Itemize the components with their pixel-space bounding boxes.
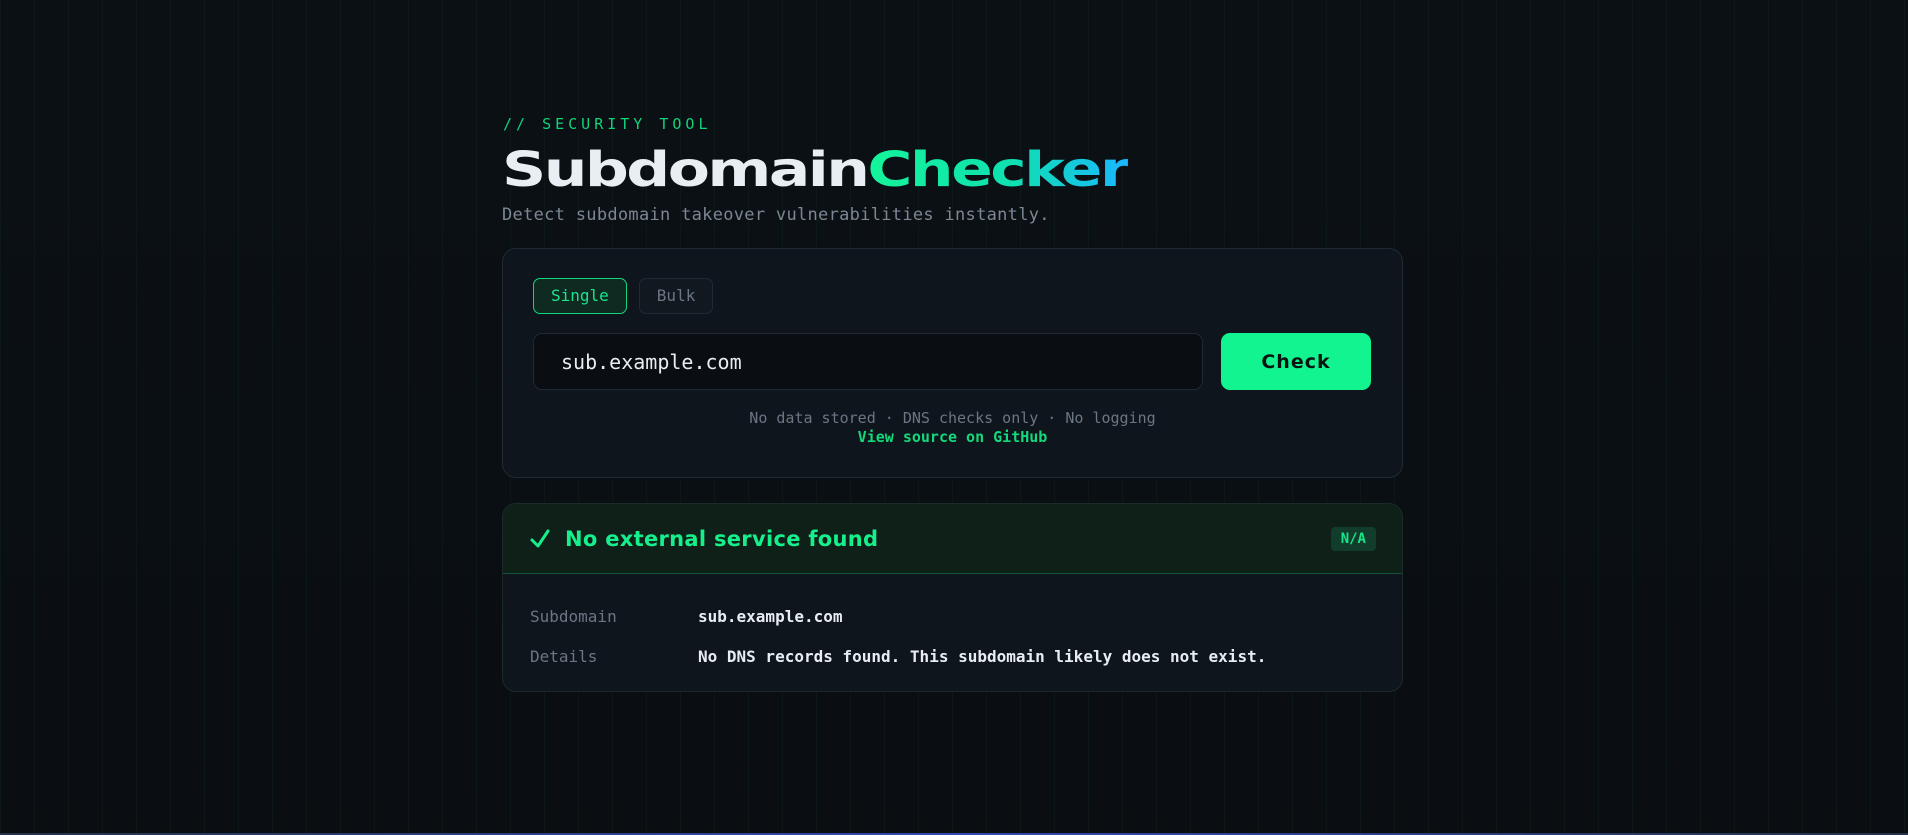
title-part-subdomain: Subdomain [502, 142, 870, 198]
subdomain-input-wrapper [533, 333, 1203, 390]
status-badge: N/A [1330, 527, 1376, 551]
result-row-details: Details No DNS records found. This subdo… [530, 636, 1375, 676]
check-button[interactable]: Check [1221, 333, 1371, 390]
tab-single[interactable]: Single [533, 278, 627, 314]
title-part-checker: Checker [867, 142, 1130, 198]
result-value: sub.example.com [698, 606, 843, 626]
result-status-title: No external service found [565, 526, 879, 551]
result-row-subdomain: Subdomain sub.example.com [530, 596, 1375, 636]
result-body: Subdomain sub.example.com Details No DNS… [503, 574, 1402, 676]
result-key: Subdomain [530, 606, 617, 626]
github-link[interactable]: View source on GitHub [533, 428, 1372, 447]
main-container: // SECURITY TOOL SubdomainChecker Detect… [502, 112, 1403, 692]
subdomain-input[interactable] [559, 348, 1177, 375]
result-header: No external service found N/A [503, 504, 1402, 574]
result-card: No external service found N/A Subdomain … [502, 503, 1403, 692]
checker-card: Single Bulk Check No data stored · DNS c… [502, 248, 1403, 478]
privacy-note: No data stored · DNS checks only · No lo… [749, 409, 1156, 427]
mode-tabs: Single Bulk [533, 278, 1372, 314]
page-subtitle: Detect subdomain takeover vulnerabilitie… [502, 205, 1050, 225]
input-row: Check [533, 333, 1372, 390]
tab-bulk[interactable]: Bulk [638, 278, 714, 314]
eyebrow-label: // SECURITY TOOL [503, 115, 712, 133]
result-value: No DNS records found. This subdomain lik… [698, 646, 1267, 666]
page-title: SubdomainChecker [502, 142, 1168, 198]
checkmark-icon [530, 529, 550, 547]
result-key: Details [530, 646, 598, 666]
